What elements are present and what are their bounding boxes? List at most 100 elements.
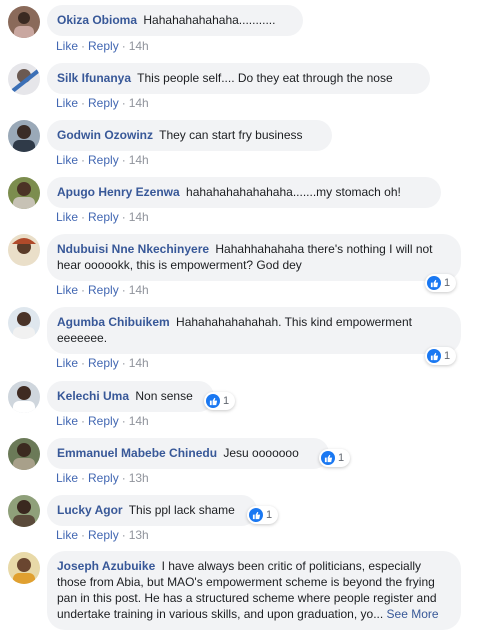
- like-button[interactable]: Like: [56, 356, 78, 370]
- comment-timestamp[interactable]: 14h: [129, 210, 149, 224]
- comment-author[interactable]: Silk Ifunanya: [57, 71, 131, 85]
- reply-button[interactable]: Reply: [88, 356, 119, 370]
- comment-author[interactable]: Agumba Chibuikem: [57, 315, 170, 329]
- like-button[interactable]: Like: [56, 528, 78, 542]
- like-icon: [427, 276, 441, 290]
- avatar[interactable]: [8, 552, 40, 584]
- comment-bubble: Okiza Obioma Hahahahahahaha...........: [47, 5, 303, 36]
- reply-button[interactable]: Reply: [88, 153, 119, 167]
- comment-author[interactable]: Emmanuel Mabebe Chinedu: [57, 446, 217, 460]
- comment-timestamp[interactable]: 14h: [129, 39, 149, 53]
- like-button[interactable]: Like: [56, 210, 78, 224]
- comment-text: Hahahahahahaha...........: [143, 13, 276, 27]
- like-icon: [427, 349, 441, 363]
- comment-actions: Like · Reply · 14h: [56, 39, 149, 53]
- comment-text: hahahahahahahaha.......my stomach oh!: [186, 185, 401, 199]
- avatar[interactable]: [8, 495, 40, 527]
- like-button[interactable]: Like: [56, 471, 78, 485]
- comment-bubble: Ndubuisi Nne Nkechinyere Hahahhahahaha t…: [47, 234, 461, 281]
- like-button[interactable]: Like: [56, 414, 78, 428]
- like-icon: [321, 451, 335, 465]
- avatar[interactable]: [8, 63, 40, 95]
- separator: ·: [81, 356, 86, 370]
- separator: ·: [121, 528, 126, 542]
- reaction-count[interactable]: 1: [425, 274, 457, 292]
- separator: ·: [81, 471, 86, 485]
- comment-author[interactable]: Ndubuisi Nne Nkechinyere: [57, 242, 209, 256]
- reaction-count-value: 1: [266, 509, 273, 521]
- comment-bubble: Kelechi Uma Non sense: [47, 381, 214, 412]
- reaction-count-value: 1: [338, 452, 345, 464]
- separator: ·: [81, 153, 86, 167]
- reaction-count[interactable]: 1: [204, 392, 236, 410]
- reply-button[interactable]: Reply: [88, 210, 119, 224]
- comment-timestamp[interactable]: 13h: [129, 528, 149, 542]
- comment-bubble: Godwin Ozowinz They can start fry busine…: [47, 120, 332, 151]
- like-icon: [206, 394, 220, 408]
- avatar[interactable]: [8, 307, 40, 339]
- separator: ·: [121, 210, 126, 224]
- reply-button[interactable]: Reply: [88, 39, 119, 53]
- like-button[interactable]: Like: [56, 39, 78, 53]
- avatar[interactable]: [8, 6, 40, 38]
- like-icon: [249, 508, 263, 522]
- comment-actions: Like · Reply · 14h: [56, 283, 149, 297]
- comment-author[interactable]: Okiza Obioma: [57, 13, 137, 27]
- separator: ·: [81, 210, 86, 224]
- comment-author[interactable]: Joseph Azubuike: [57, 559, 155, 573]
- reaction-count-value: 1: [444, 277, 451, 289]
- separator: ·: [121, 414, 126, 428]
- comment-author[interactable]: Lucky Agor: [57, 503, 123, 517]
- reaction-count-value: 1: [223, 395, 230, 407]
- comment-timestamp[interactable]: 14h: [129, 153, 149, 167]
- comment-actions: Like · Reply · 14h: [56, 356, 149, 370]
- comment-actions: Like · Reply · 14h: [56, 210, 149, 224]
- reaction-count[interactable]: 1: [247, 506, 279, 524]
- comment-author[interactable]: Apugo Henry Ezenwa: [57, 185, 180, 199]
- separator: ·: [121, 471, 126, 485]
- reply-button[interactable]: Reply: [88, 471, 119, 485]
- comment-actions: Like · Reply · 14h: [56, 414, 149, 428]
- comment-timestamp[interactable]: 14h: [129, 96, 149, 110]
- comment-text: They can start fry business: [159, 128, 303, 142]
- comment-timestamp[interactable]: 14h: [129, 414, 149, 428]
- reply-button[interactable]: Reply: [88, 528, 119, 542]
- comment-actions: Like · Reply · 13h: [56, 471, 149, 485]
- avatar[interactable]: [8, 177, 40, 209]
- comment-text: Non sense: [135, 389, 193, 403]
- like-button[interactable]: Like: [56, 96, 78, 110]
- like-button[interactable]: Like: [56, 283, 78, 297]
- comment-bubble: Silk Ifunanya This people self.... Do th…: [47, 63, 430, 94]
- avatar[interactable]: [8, 120, 40, 152]
- comment-actions: Like · Reply · 13h: [56, 528, 149, 542]
- separator: ·: [81, 528, 86, 542]
- comment-author[interactable]: Godwin Ozowinz: [57, 128, 153, 142]
- reaction-count[interactable]: 1: [319, 449, 351, 467]
- comment-text: This ppl lack shame: [128, 503, 235, 517]
- see-more-link[interactable]: See More: [387, 607, 439, 621]
- comment-text: Jesu ooooooo: [223, 446, 299, 460]
- reply-button[interactable]: Reply: [88, 414, 119, 428]
- reply-button[interactable]: Reply: [88, 283, 119, 297]
- avatar[interactable]: [8, 438, 40, 470]
- comment-timestamp[interactable]: 14h: [129, 356, 149, 370]
- comment-actions: Like · Reply · 14h: [56, 96, 149, 110]
- comment-actions: Like · Reply · 14h: [56, 153, 149, 167]
- like-button[interactable]: Like: [56, 153, 78, 167]
- reaction-count[interactable]: 1: [425, 347, 457, 365]
- comment-timestamp[interactable]: 14h: [129, 283, 149, 297]
- reply-button[interactable]: Reply: [88, 96, 119, 110]
- comment-bubble: Joseph Azubuike I have always been criti…: [47, 551, 461, 630]
- avatar[interactable]: [8, 381, 40, 413]
- comment-author[interactable]: Kelechi Uma: [57, 389, 129, 403]
- comment-timestamp[interactable]: 13h: [129, 471, 149, 485]
- comment-bubble: Lucky Agor This ppl lack shame: [47, 495, 257, 526]
- separator: ·: [121, 356, 126, 370]
- separator: ·: [121, 153, 126, 167]
- separator: ·: [121, 283, 126, 297]
- avatar[interactable]: [8, 234, 40, 266]
- separator: ·: [81, 414, 86, 428]
- separator: ·: [81, 283, 86, 297]
- comment-bubble: Agumba Chibuikem Hahahahahahahah. This k…: [47, 307, 461, 354]
- separator: ·: [121, 96, 126, 110]
